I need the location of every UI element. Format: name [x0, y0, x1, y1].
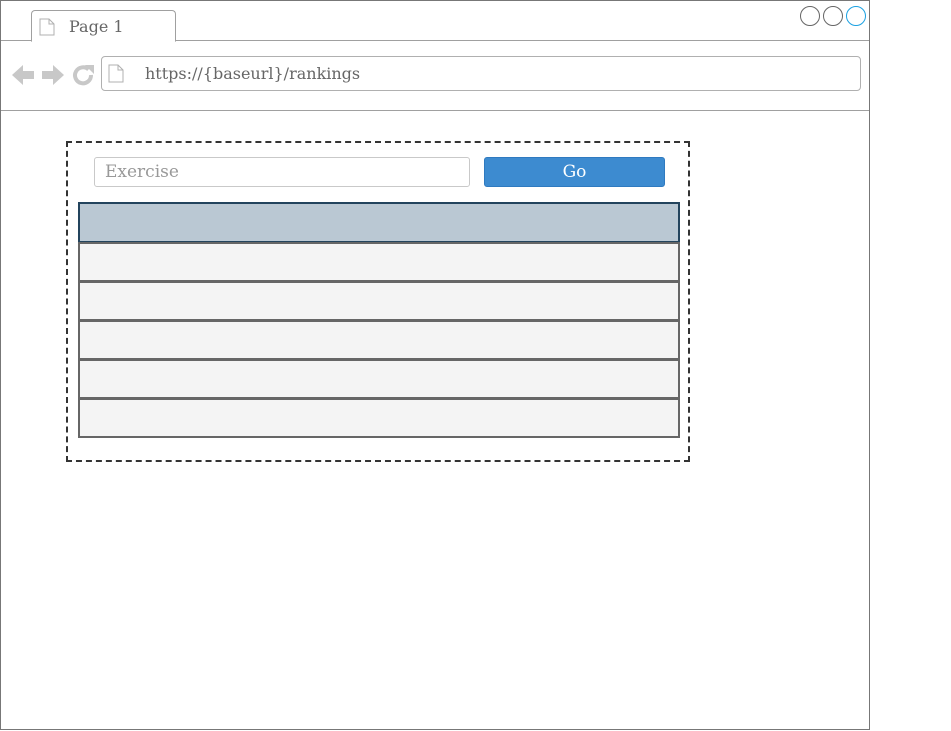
- browser-window: Page 1 https://{baseurl}/rankings Exerci…: [0, 0, 870, 730]
- reload-icon[interactable]: [71, 63, 95, 91]
- browser-tab[interactable]: Page 1: [31, 10, 176, 42]
- document-icon: [39, 18, 55, 40]
- maximize-button[interactable]: [823, 6, 843, 26]
- table-header: [78, 202, 680, 243]
- table-row[interactable]: [78, 242, 680, 282]
- table-row[interactable]: [78, 281, 680, 321]
- table-row[interactable]: [78, 359, 680, 399]
- tab-title: Page 1: [69, 17, 124, 36]
- back-arrow-icon[interactable]: [11, 63, 35, 91]
- window-controls: [800, 6, 866, 26]
- address-bar[interactable]: https://{baseurl}/rankings: [101, 56, 861, 91]
- navigation-bar: https://{baseurl}/rankings: [1, 41, 869, 111]
- close-button[interactable]: [846, 6, 866, 26]
- title-bar: Page 1: [1, 1, 869, 42]
- minimize-button[interactable]: [800, 6, 820, 26]
- table-row[interactable]: [78, 398, 680, 438]
- rankings-panel: Go: [66, 141, 690, 462]
- url-text: https://{baseurl}/rankings: [145, 64, 361, 83]
- rankings-table: [78, 202, 680, 438]
- forward-arrow-icon[interactable]: [41, 63, 65, 91]
- go-button[interactable]: Go: [484, 157, 665, 187]
- table-row[interactable]: [78, 320, 680, 360]
- exercise-input[interactable]: [94, 157, 470, 187]
- page-icon: [108, 64, 124, 87]
